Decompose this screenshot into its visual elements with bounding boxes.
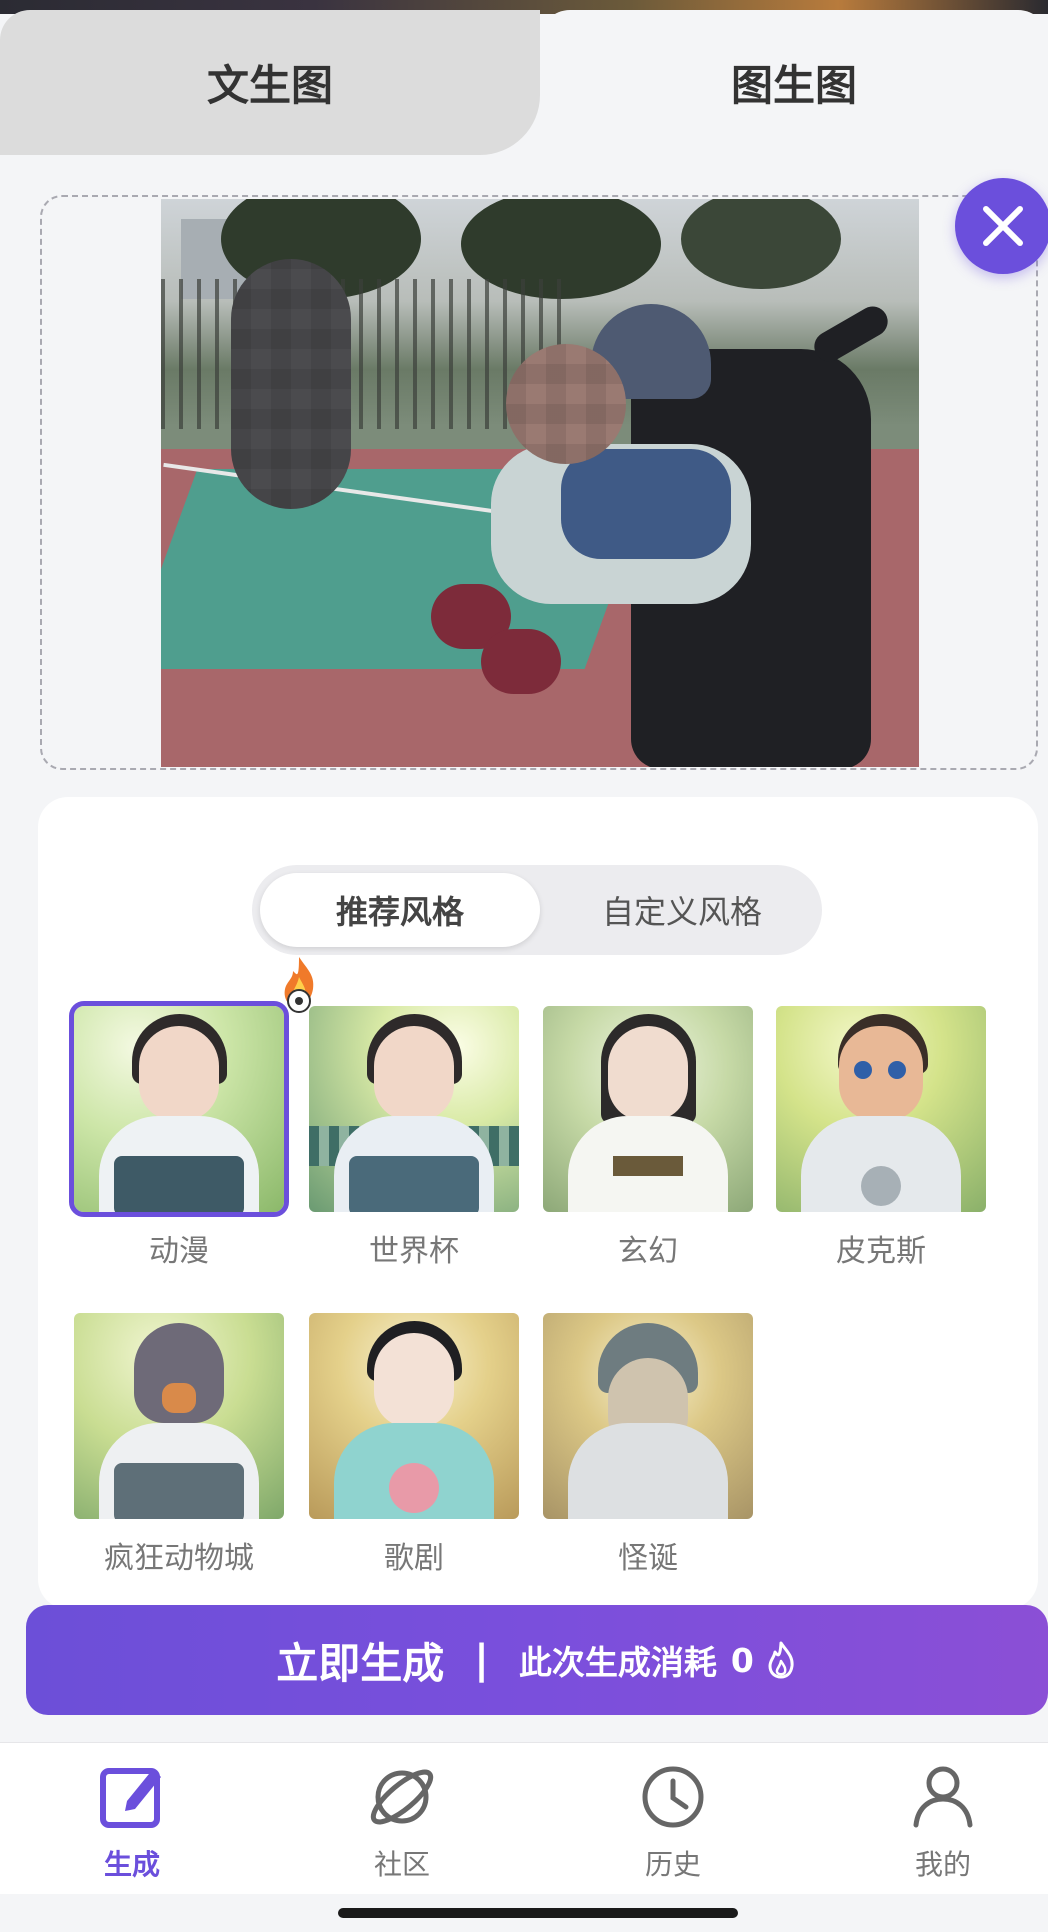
style-thumb-world-cup	[309, 1006, 519, 1212]
generation-cost-value: 0	[730, 1640, 754, 1680]
style-item-anime[interactable]: 动漫	[69, 1001, 289, 1270]
style-item-zootopia[interactable]: 疯狂动物城	[74, 1313, 284, 1577]
generate-label: 立即生成	[276, 1638, 445, 1688]
image-upload-area[interactable]	[40, 195, 1038, 770]
nav-item-community[interactable]: 社区	[337, 1761, 467, 1883]
close-icon	[983, 206, 1023, 246]
segment-custom-style[interactable]: 自定义风格	[542, 873, 822, 947]
style-label-pixar: 皮克斯	[836, 1234, 926, 1269]
tab-text-to-image[interactable]: 文生图	[0, 10, 540, 155]
style-item-pixar[interactable]: 皮克斯	[776, 1006, 986, 1270]
nav-item-generate[interactable]: 生成	[67, 1761, 197, 1883]
style-item-fantasy[interactable]: 玄幻	[543, 1006, 753, 1270]
generate-separator: |	[474, 1637, 489, 1683]
style-panel: 推荐风格 自定义风格 动漫 世界杯 玄幻 皮克斯 疯狂动物城 歌剧 怪诞	[38, 797, 1038, 1609]
style-label-world-cup: 世界杯	[369, 1234, 459, 1269]
tab-text-to-image-label: 文生图	[206, 61, 333, 110]
segment-custom-label: 自定义风格	[601, 893, 762, 931]
style-thumb-pixar	[776, 1006, 986, 1212]
style-thumb-anime	[69, 1001, 289, 1217]
home-indicator[interactable]	[338, 1908, 738, 1918]
style-thumb-grotesque	[543, 1313, 753, 1519]
bottom-navigation: 生成 社区 历史 我的	[0, 1742, 1048, 1894]
generate-now-button[interactable]: 立即生成 | 此次生成消耗 0	[26, 1605, 1048, 1715]
segment-recommended-label: 推荐风格	[335, 893, 464, 931]
style-item-world-cup[interactable]: 世界杯	[309, 1006, 519, 1270]
segment-recommended-style[interactable]: 推荐风格	[260, 873, 540, 947]
nav-label-profile: 我的	[914, 1848, 971, 1881]
style-label-fantasy: 玄幻	[618, 1234, 678, 1269]
style-label-anime: 动漫	[149, 1234, 209, 1269]
edit-icon	[100, 1768, 161, 1828]
remove-image-button[interactable]	[955, 178, 1048, 274]
user-icon	[913, 1766, 973, 1828]
nav-item-profile[interactable]: 我的	[878, 1761, 1008, 1883]
style-item-opera[interactable]: 歌剧	[309, 1313, 519, 1577]
clock-icon	[642, 1766, 704, 1828]
style-label-zootopia: 疯狂动物城	[104, 1541, 254, 1576]
nav-label-history: 历史	[644, 1848, 701, 1881]
nav-label-generate: 生成	[103, 1848, 160, 1881]
mode-tabs: 文生图 图生图	[0, 10, 1048, 155]
style-thumb-fantasy	[543, 1006, 753, 1212]
nav-item-history[interactable]: 历史	[608, 1761, 738, 1883]
style-segment-control: 推荐风格 自定义风格	[252, 865, 822, 955]
style-thumb-zootopia	[74, 1313, 284, 1519]
planet-icon	[370, 1769, 434, 1825]
style-item-grotesque[interactable]: 怪诞	[543, 1313, 753, 1577]
uploaded-photo	[161, 199, 919, 767]
style-label-grotesque: 怪诞	[618, 1541, 678, 1576]
tab-image-to-image[interactable]: 图生图	[540, 10, 1048, 155]
style-thumb-opera	[309, 1313, 519, 1519]
nav-label-community: 社区	[373, 1848, 430, 1881]
hot-flame-icon	[284, 957, 314, 1013]
generation-cost-label: 此次生成消耗	[518, 1643, 717, 1682]
flame-icon	[768, 1641, 794, 1679]
style-label-opera: 歌剧	[384, 1541, 444, 1576]
tab-image-to-image-label: 图生图	[730, 61, 857, 110]
